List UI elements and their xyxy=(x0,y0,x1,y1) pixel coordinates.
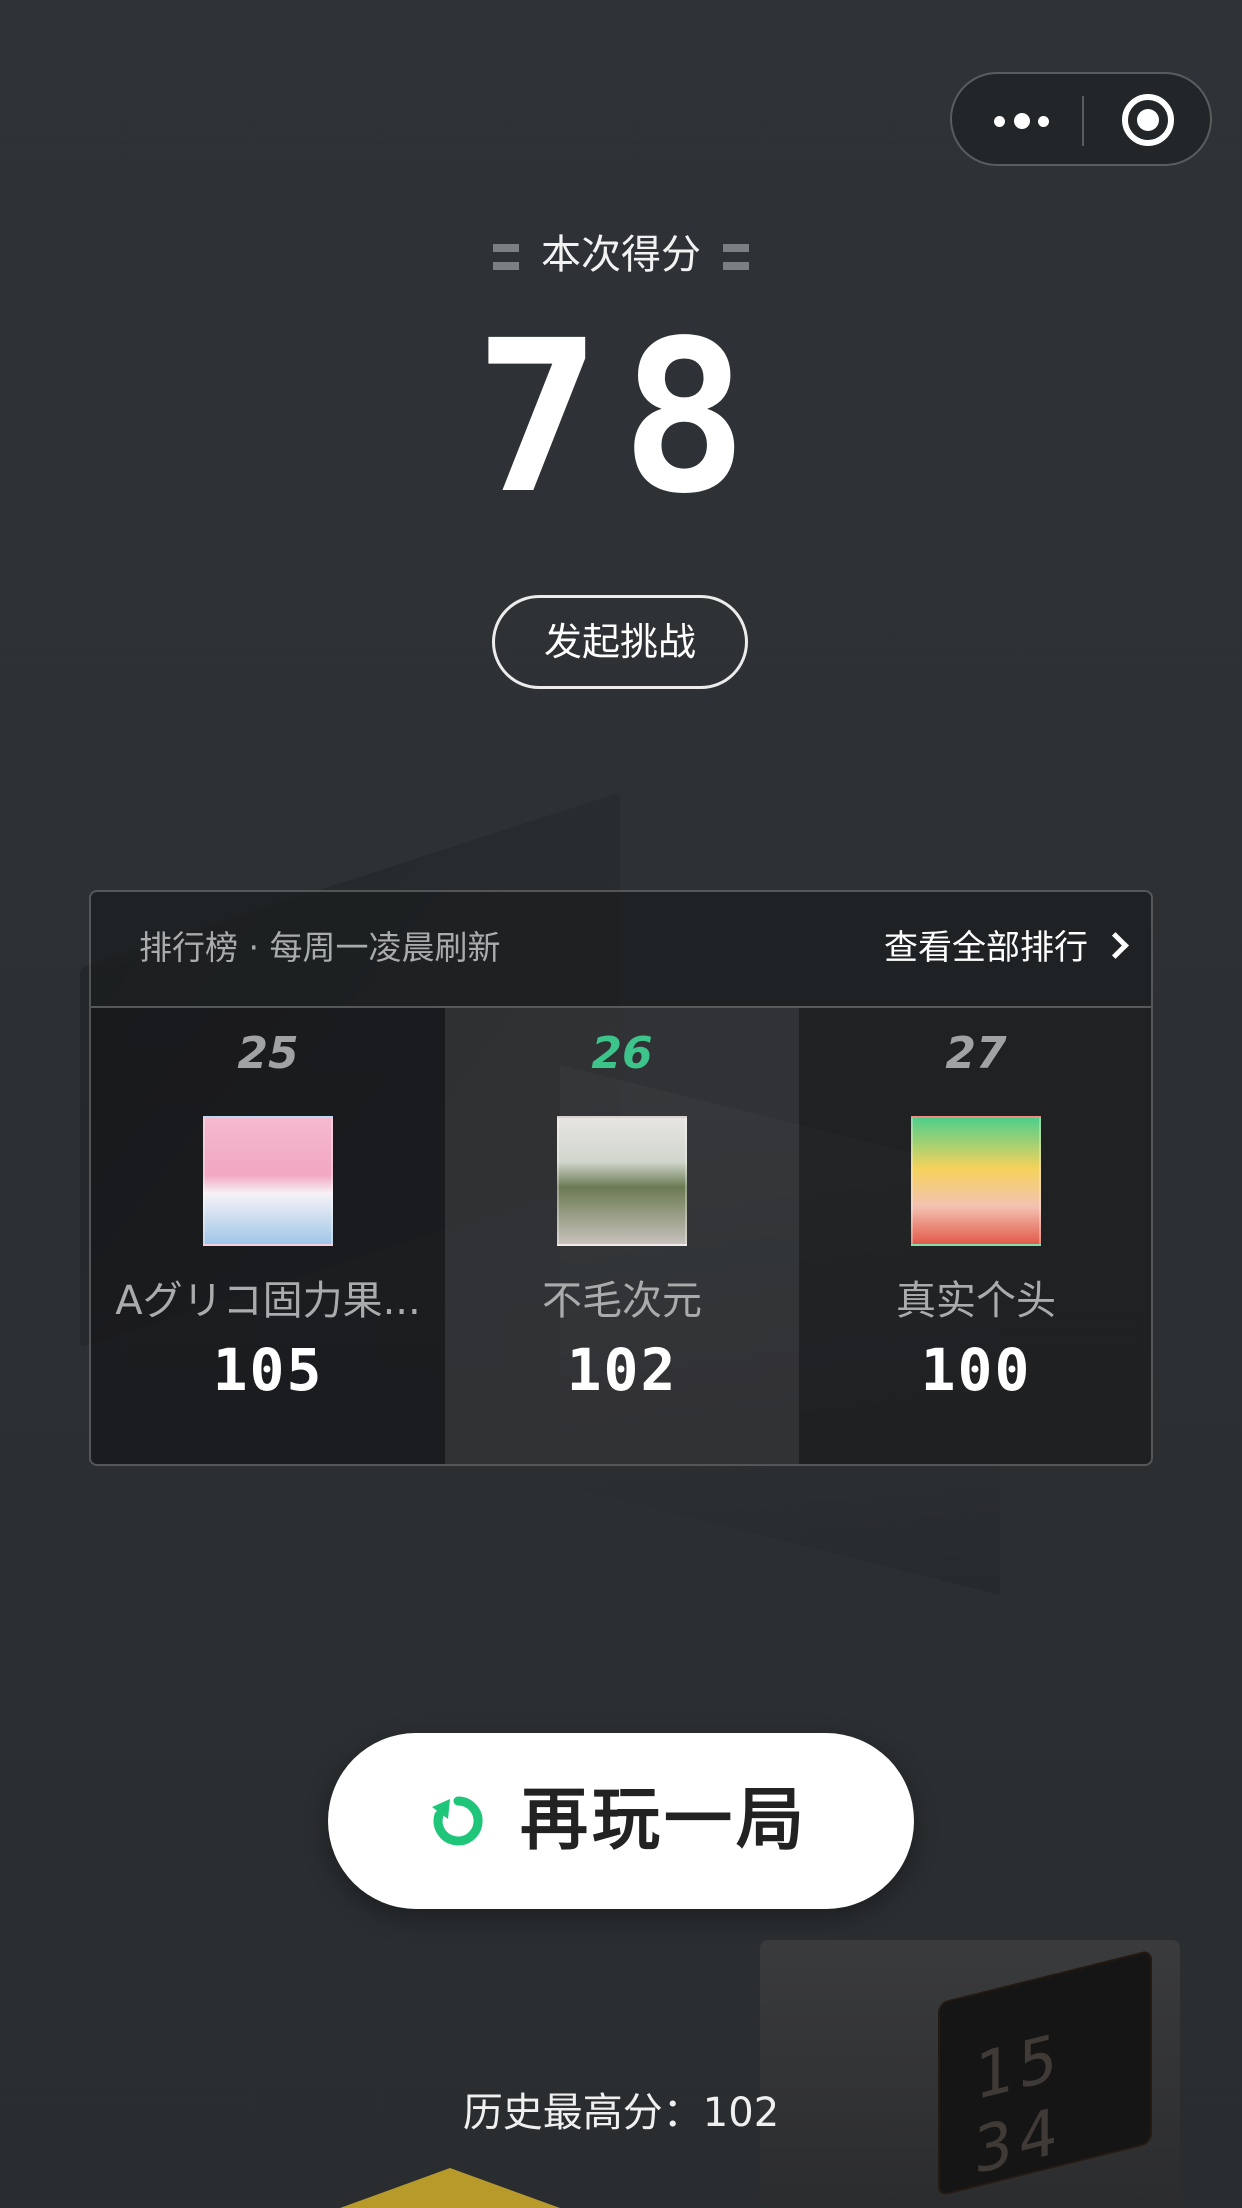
avatar xyxy=(557,1116,687,1246)
leaderboard-entry: 25 Aグリコ固力果... 105 xyxy=(91,1008,445,1464)
rank-number: 26 xyxy=(591,1028,653,1079)
capsule-divider xyxy=(1082,96,1084,146)
leaderboard-entry-current: 26 不毛次元 102 xyxy=(445,1008,799,1464)
player-name: Aグリコ固力果... xyxy=(115,1278,421,1324)
history-best-score: 历史最高分：102 xyxy=(462,2090,780,2136)
mini-program-capsule xyxy=(950,72,1212,166)
player-score: 105 xyxy=(212,1336,324,1404)
player-name: 真实个头 xyxy=(896,1278,1056,1324)
rank-number: 27 xyxy=(945,1028,1007,1079)
replay-icon xyxy=(432,1796,483,1846)
player-name: 不毛次元 xyxy=(542,1278,702,1324)
player-score: 100 xyxy=(920,1336,1032,1404)
replay-button[interactable]: 再玩一局 xyxy=(328,1733,914,1909)
rank-number: 25 xyxy=(237,1028,299,1079)
score-title-row: 本次得分 xyxy=(0,222,1242,280)
title-left-decoration xyxy=(493,244,519,270)
score-title: 本次得分 xyxy=(541,232,701,278)
player-score: 102 xyxy=(566,1336,678,1404)
avatar xyxy=(911,1116,1041,1246)
view-all-label: 查看全部排行 xyxy=(884,928,1088,968)
replay-label: 再玩一局 xyxy=(520,1781,809,1860)
background-triangle-decoration xyxy=(340,2168,560,2208)
chevron-right-icon xyxy=(1102,932,1129,959)
target-circle-icon[interactable] xyxy=(1122,94,1174,146)
background-clock-decoration: 15 34 xyxy=(760,1940,1180,2208)
leaderboard-title: 排行榜 · 每周一凌晨刷新 xyxy=(139,928,501,967)
more-dots-icon[interactable] xyxy=(990,104,1060,136)
score-value: 78 xyxy=(474,295,768,540)
avatar xyxy=(203,1116,333,1246)
view-all-ranking-link[interactable]: 查看全部排行 xyxy=(884,892,1129,1004)
clock-face: 15 34 xyxy=(938,1949,1152,2197)
leaderboard-header: 排行榜 · 每周一凌晨刷新 查看全部排行 xyxy=(91,892,1151,1008)
title-right-decoration xyxy=(723,244,749,270)
leaderboard-panel: 排行榜 · 每周一凌晨刷新 查看全部排行 25 Aグリコ固力果... 105 2… xyxy=(89,890,1153,1466)
leaderboard-entry: 27 真实个头 100 xyxy=(799,1008,1151,1464)
challenge-button[interactable]: 发起挑战 xyxy=(492,595,748,689)
